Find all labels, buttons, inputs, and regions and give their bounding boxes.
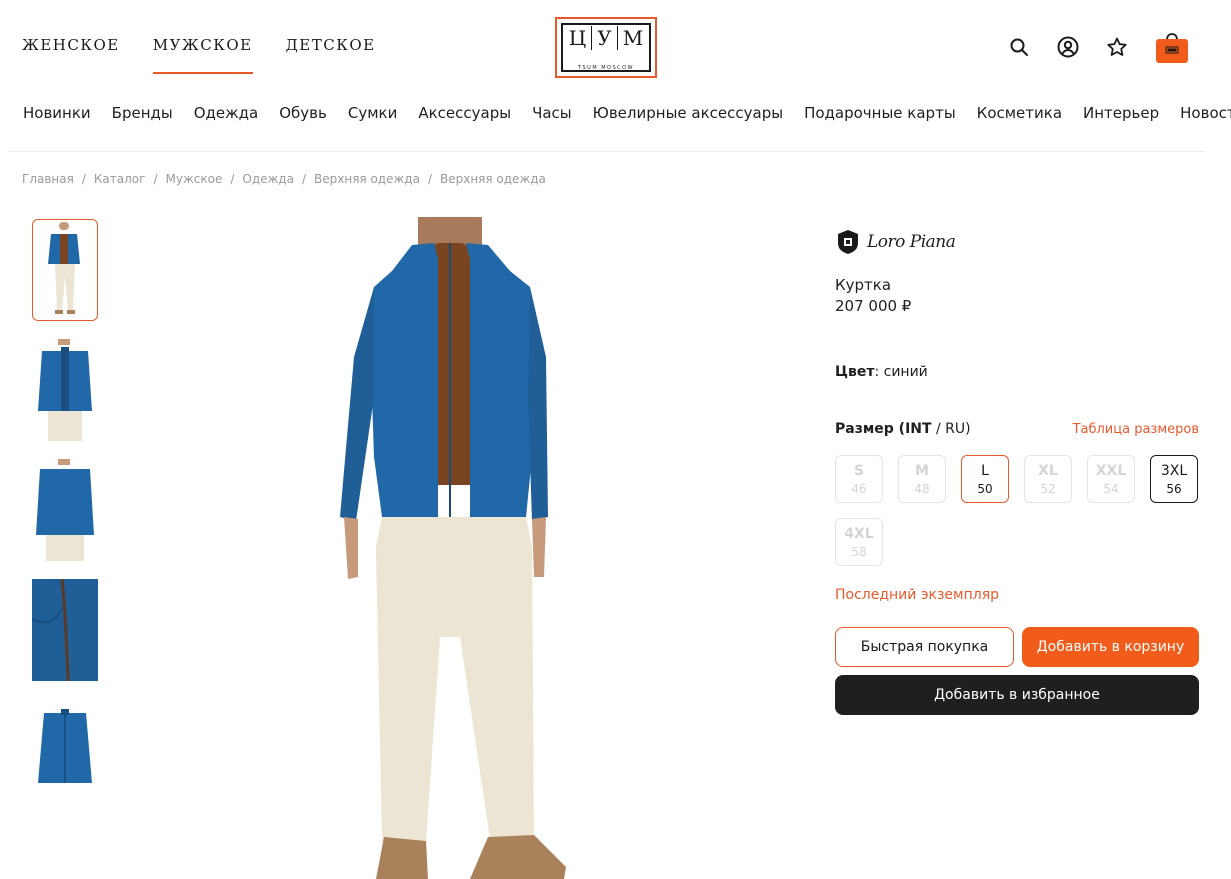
size-option-3xl[interactable]: 3XL 56 [1150, 455, 1198, 503]
brand-crest-icon [838, 230, 858, 254]
logo-letter: М [622, 26, 644, 50]
category-item[interactable]: Новинки [23, 104, 91, 122]
breadcrumb-item[interactable]: Верхняя одежда [314, 172, 420, 186]
category-item[interactable]: Одежда [194, 104, 258, 122]
thumbnail-gallery [32, 219, 98, 819]
cart-bag-icon[interactable] [1155, 30, 1189, 64]
thumbnail-detail-zipper[interactable] [32, 579, 98, 681]
size-int: S [853, 462, 865, 479]
product-type: Куртка [835, 276, 892, 294]
category-item[interactable]: Обувь [279, 104, 327, 122]
search-icon[interactable] [1007, 35, 1031, 59]
tab-kids[interactable]: ДЕТСКОЕ [286, 36, 376, 74]
product-price: 207 000 ₽ [835, 297, 912, 315]
category-item[interactable]: Интерьер [1083, 104, 1159, 122]
category-item[interactable]: Ювелирные аксессуары [593, 104, 783, 122]
size-selector: S 46 M 48 L 50 XL 52 XXL 54 3XL 56 4XL 58 [835, 455, 1205, 581]
size-int: XL [1038, 462, 1058, 479]
brand-logo[interactable]: Loro Piana [835, 228, 1199, 256]
tab-men[interactable]: МУЖСКОЕ [152, 36, 253, 74]
header-divider [8, 151, 1205, 152]
quick-buy-button[interactable]: Быстрая покупка [835, 627, 1014, 667]
size-ru: 48 [914, 481, 930, 496]
main-product-image[interactable] [320, 217, 580, 879]
size-option-s[interactable]: S 46 [835, 455, 883, 503]
size-int: L [981, 462, 989, 479]
size-ru: 58 [851, 544, 867, 559]
stock-note: Последний экземпляр [835, 587, 1000, 603]
size-ru: 54 [1103, 481, 1119, 496]
logo-letter: У [597, 26, 612, 50]
breadcrumb-separator: / [153, 172, 158, 186]
thumbnail-flat-lay[interactable] [32, 699, 98, 801]
size-int: 3XL [1160, 462, 1188, 479]
add-to-favorites-button[interactable]: Добавить в избранное [835, 675, 1199, 715]
size-label: Размер (INT / RU) [835, 421, 971, 437]
breadcrumb: Главная / Каталог / Мужское / Одежда / Верхн… [22, 172, 546, 186]
tab-women[interactable]: ЖЕНСКОЕ [22, 36, 120, 74]
size-option-xl[interactable]: XL 52 [1024, 455, 1072, 503]
category-item[interactable]: Подарочные карты [804, 104, 956, 122]
gender-nav: ЖЕНСКОЕ МУЖСКОЕ ДЕТСКОЕ [22, 36, 409, 74]
account-icon[interactable] [1056, 35, 1080, 59]
tsum-logo[interactable]: Ц У М TSUM MOSCOW [555, 17, 657, 78]
size-option-4xl[interactable]: 4XL 58 [835, 518, 883, 566]
thumbnail-front-crop[interactable] [32, 339, 98, 441]
category-item[interactable]: Косметика [977, 104, 1062, 122]
category-item[interactable]: Часы [532, 104, 572, 122]
logo-subtitle: TSUM MOSCOW [577, 65, 635, 71]
size-int: M [915, 462, 929, 479]
breadcrumb-separator: / [427, 172, 432, 186]
size-ru: 52 [1040, 481, 1056, 496]
size-option-m[interactable]: M 48 [898, 455, 946, 503]
size-header: Размер (INT / RU) Таблица размеров [835, 421, 1199, 437]
category-item[interactable]: Аксессуары [418, 104, 511, 122]
breadcrumb-separator: / [301, 172, 307, 186]
size-option-l[interactable]: L 50 [961, 455, 1009, 503]
logo-letters: Ц У М [557, 26, 655, 50]
category-nav: Новинки Бренды Одежда Обувь Сумки Аксесс… [23, 104, 1231, 122]
size-option-xxl[interactable]: XXL 54 [1087, 455, 1135, 503]
header-icons [982, 30, 1189, 64]
size-chart-link[interactable]: Таблица размеров [1073, 422, 1199, 437]
size-ru: 56 [1166, 481, 1182, 496]
thumbnail-front-full[interactable] [32, 219, 98, 321]
breadcrumb-item[interactable]: Одежда [242, 172, 294, 186]
favorites-icon[interactable] [1105, 35, 1129, 59]
size-ru: 50 [977, 481, 993, 496]
breadcrumb-separator: / [81, 172, 86, 186]
size-label-bold: Размер (INT [835, 421, 932, 437]
thumbnail-back[interactable] [32, 459, 98, 561]
category-item[interactable]: Новости [1180, 104, 1231, 122]
color-value: : синий [874, 364, 928, 380]
breadcrumb-item: Верхняя одежда [439, 172, 546, 186]
category-item[interactable]: Бренды [112, 104, 173, 122]
product-info: Loro Piana Куртка 207 000 ₽ Цвет: синий … [835, 228, 1199, 715]
color-row: Цвет: синий [835, 364, 1199, 380]
size-ru: 46 [851, 481, 867, 496]
size-label-rest: / RU) [931, 421, 971, 437]
brand-name: Loro Piana [867, 232, 956, 252]
size-int: XXL [1095, 462, 1127, 479]
add-to-cart-button[interactable]: Добавить в корзину [1022, 627, 1199, 667]
breadcrumb-item[interactable]: Главная [22, 172, 74, 186]
logo-letter: Ц [568, 26, 587, 50]
purchase-buttons: Быстрая покупка Добавить в корзину [835, 627, 1199, 667]
breadcrumb-item[interactable]: Каталог [94, 172, 146, 186]
size-int: 4XL [844, 525, 874, 542]
category-item[interactable]: Сумки [348, 104, 397, 122]
color-label: Цвет [835, 364, 875, 380]
breadcrumb-item[interactable]: Мужское [165, 172, 222, 186]
breadcrumb-separator: / [230, 172, 235, 186]
